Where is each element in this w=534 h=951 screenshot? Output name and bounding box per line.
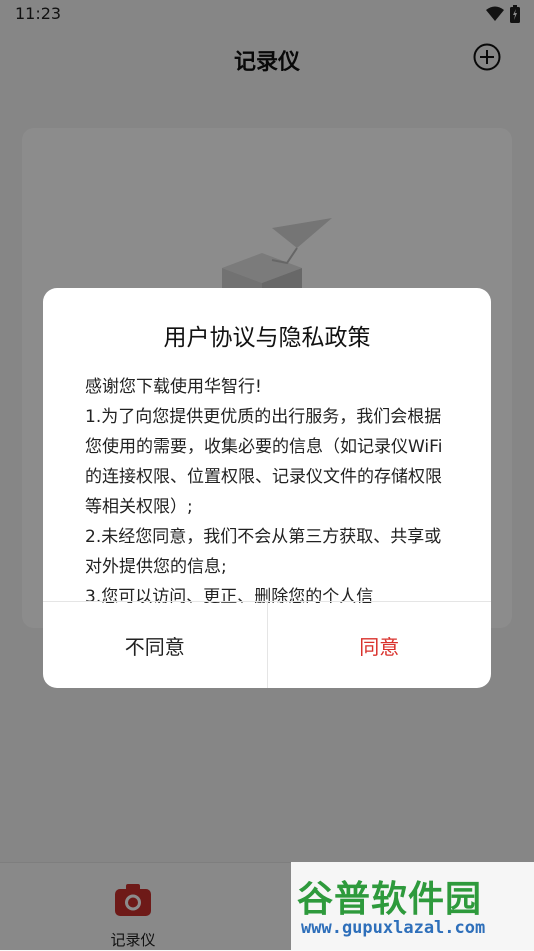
dialog-paragraph: 2.未经您同意，我们不会从第三方获取、共享或对外提供您的信息; [85,527,442,577]
dialog-paragraph: 3.您可以访问、更正、删除您的个人信 [85,587,374,603]
agree-button[interactable]: 同意 [268,602,492,688]
dialog-paragraph: 感谢您下载使用华智行! [85,377,262,397]
watermark-url: www.gupuxlazal.com [301,918,486,938]
dialog-title: 用户协议与隐私政策 [163,325,371,351]
watermark-logo-text: 谷普软件园 [297,879,483,920]
dialog-paragraph: 1.为了向您提供更优质的出行服务，我们会根据您使用的需要，收集必要的信息（如记录… [85,407,443,517]
dialog-buttons: 不同意 同意 [43,601,491,688]
privacy-dialog: 用户协议与隐私政策 感谢您下载使用华智行! 1.为了向您提供更优质的出行服务，我… [43,288,491,688]
dialog-body[interactable]: 感谢您下载使用华智行! 1.为了向您提供更优质的出行服务，我们会根据您使用的需要… [85,372,453,603]
disagree-button[interactable]: 不同意 [43,602,268,688]
site-watermark: 谷普软件园 www.gupuxlazal.com [291,862,534,950]
